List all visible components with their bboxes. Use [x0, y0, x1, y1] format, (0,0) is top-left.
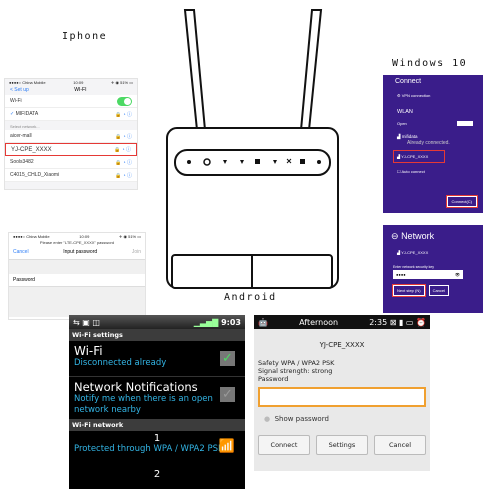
wifi-label: Wi-Fi [10, 98, 22, 104]
key-prompt: Enter network security key [393, 265, 435, 269]
wifi-lock-icon: 📶 [218, 439, 235, 454]
network-ssid: ▟ YJ-CPE_XXXX [397, 250, 429, 255]
network-notifications-row[interactable]: Network Notifications Notify me when the… [69, 377, 245, 419]
time-text: 2:35 [369, 317, 388, 327]
android-icon: 🤖 [258, 317, 268, 327]
windows-network-panel: ⊖ Network ▟ YJ-CPE_XXXX Enter network se… [383, 225, 483, 313]
auto-connect-checkbox[interactable]: ☐ Auto connect [383, 167, 483, 176]
antenna-icon [183, 9, 323, 131]
cancel-button[interactable]: Cancel [13, 249, 29, 255]
status-title: Afternoon [299, 317, 339, 327]
select-network-header: Select network... [10, 124, 40, 129]
vpn-item[interactable]: ⚙ VPN connection [383, 88, 483, 103]
windows-label: Windows 10 [392, 58, 468, 69]
back-button[interactable]: < Set up [10, 87, 29, 93]
android-connect-dialog: 🤖 Afternoon 2:35 ⊠ ▮ ▭ ⏰ YJ-CPE_XXXX Saf… [254, 315, 430, 471]
windows-connect-panel: Connect ⚙ VPN connection WLAN Open ▟ mif… [383, 75, 483, 213]
target-network[interactable]: ▟ YJ-CPE_XXXX [393, 150, 445, 163]
network-row[interactable]: Sools3482 🔒 ◔ ⓘ [5, 156, 137, 169]
network-header: Wi-Fi network [69, 419, 245, 431]
next-button[interactable]: Next step (N) [392, 284, 426, 297]
wlan-label: WLAN [397, 109, 413, 115]
carrier-text: ●●●●○ China Mobile [9, 80, 46, 85]
password-label: Password [258, 375, 289, 383]
android-wifi-settings: ⇆ ▣ ◫ ▁▃▅▇ 9:03 Wi-Fi settings Wi-Fi Dis… [69, 315, 245, 489]
dialog-ssid: YJ-CPE_XXXX [319, 341, 365, 349]
info-icon[interactable]: 🔒 ◔ ⓘ [115, 111, 132, 118]
network-row[interactable]: aicer-mall 🔒 ◔ ⓘ [5, 130, 137, 143]
strength-text: Signal strength: strong [258, 367, 333, 375]
connect-button[interactable]: Connect(C) [445, 195, 479, 208]
password-field[interactable]: Password [9, 274, 145, 287]
checkbox-checked-icon[interactable]: ✓ [220, 351, 235, 366]
cancel-button[interactable]: Cancel [374, 435, 426, 455]
network-item[interactable]: 2 [69, 469, 245, 480]
time-text: 10:09 [73, 80, 84, 85]
network-item[interactable]: 1 Protected through WPA / WPA2 PSK 📶 [69, 431, 245, 469]
password-input[interactable] [258, 387, 426, 407]
wifi-toggle[interactable] [117, 96, 132, 106]
network-row[interactable]: C4015_CHLD_Xiaomi 🔒 ◔ ⓘ [5, 169, 137, 182]
checkbox-icon[interactable]: ✓ [220, 387, 235, 402]
connect-button[interactable]: Connect [258, 435, 310, 455]
connected-network: MIFIDATA [15, 111, 39, 117]
input-password-title: Input password [63, 249, 98, 255]
iphone-wifi-screen: ●●●●○ China Mobile 10:09 ✈ ◉ 51% ▭ < Set u… [4, 78, 138, 190]
settings-button[interactable]: Settings [316, 435, 368, 455]
connected-network[interactable]: ▟ mifidata Already connected. [383, 126, 483, 146]
security-text: Safety WPA / WPA2 PSK [258, 359, 335, 367]
iphone-label: Iphone [62, 31, 108, 42]
join-button[interactable]: Join [132, 249, 141, 255]
show-password-checkbox[interactable]: ● Show password [254, 411, 430, 427]
settings-header: Wi-Fi settings [69, 329, 245, 341]
wifi-page-title: WI-FI [74, 87, 87, 93]
wlan-toggle[interactable] [457, 121, 473, 126]
wifi-toggle-row[interactable]: Wi-Fi Disconnected already ✓ [69, 341, 245, 377]
back-arrow-icon[interactable]: ⊖ [391, 231, 399, 241]
connect-title: Connect [395, 78, 422, 85]
time-text: 9:03 [221, 317, 241, 327]
network-row-highlighted[interactable]: YJ-CPE_XXXX 🔒 ◔ ⓘ [5, 143, 137, 156]
router-illustration [166, 9, 339, 289]
usb-icon: ⇆ ▣ ◫ [73, 317, 100, 327]
security-key-input[interactable]: ●●●● 👁 [393, 270, 463, 279]
iphone-password-screen: ●●●●○ China Mobile 10:09 ✈ ◉ 51% ▭ Please … [8, 232, 146, 320]
cancel-button[interactable]: Cancel [428, 285, 450, 296]
battery-text: ✈ ◉ 51% ▭ [111, 80, 133, 85]
network-title: Network [401, 231, 435, 241]
